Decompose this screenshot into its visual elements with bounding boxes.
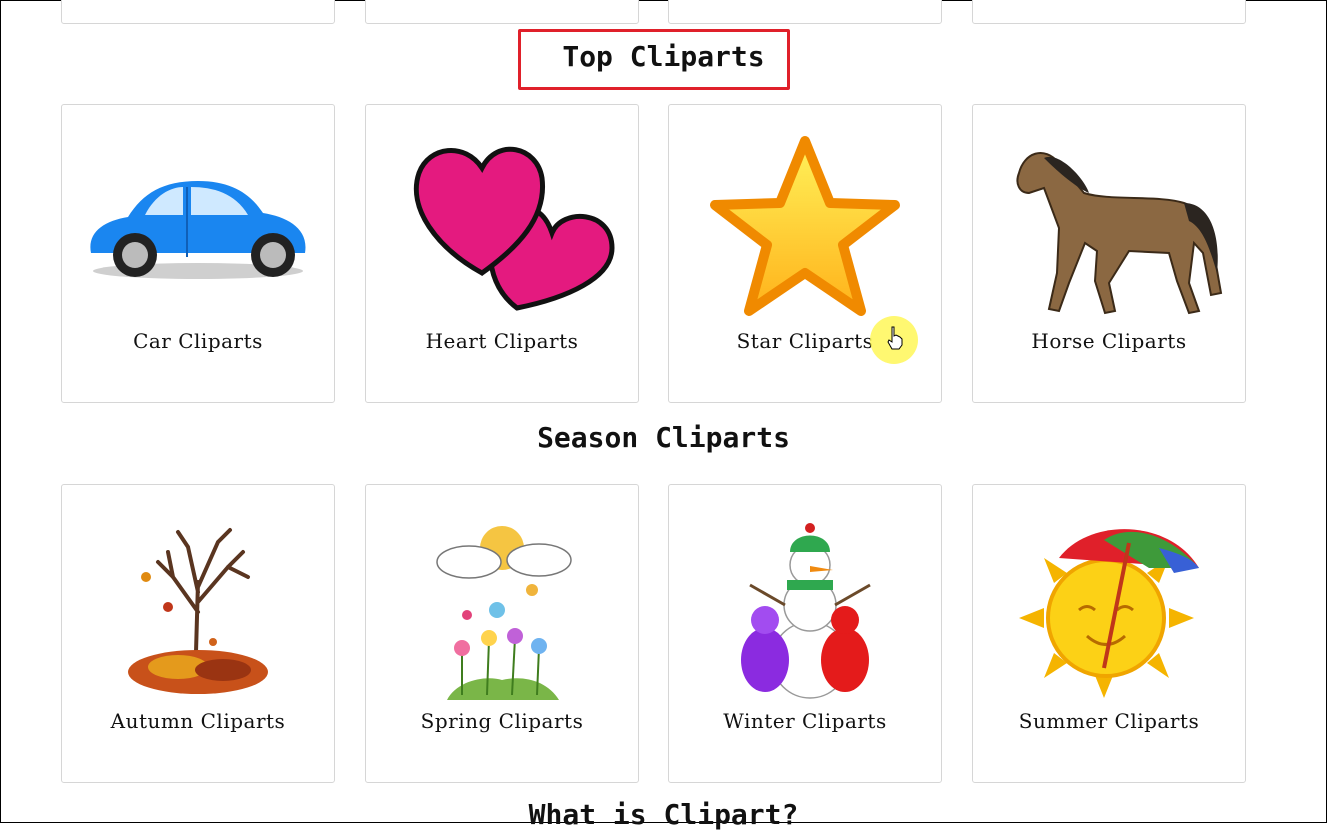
- autumn-tree-icon: [62, 517, 334, 707]
- previous-row-card[interactable]: [365, 0, 639, 24]
- card-caption: Car Cliparts: [133, 329, 263, 353]
- summer-cliparts-card[interactable]: Summer Cliparts: [972, 484, 1246, 783]
- spring-flowers-icon: [366, 517, 638, 707]
- sun-umbrella-icon: [973, 515, 1245, 705]
- previous-row-card[interactable]: [668, 0, 942, 24]
- previous-row-card[interactable]: [972, 0, 1246, 24]
- card-caption: Heart Cliparts: [425, 329, 579, 353]
- snowman-icon: [669, 517, 941, 707]
- spring-cliparts-card[interactable]: Spring Cliparts: [365, 484, 639, 783]
- card-caption: Autumn Cliparts: [110, 709, 286, 733]
- autumn-cliparts-card[interactable]: Autumn Cliparts: [61, 484, 335, 783]
- horse-icon: [973, 133, 1245, 323]
- horse-cliparts-card[interactable]: Horse Cliparts: [972, 104, 1246, 403]
- card-caption: Spring Cliparts: [420, 709, 584, 733]
- card-caption: Winter Cliparts: [723, 709, 887, 733]
- card-caption: Summer Cliparts: [1018, 709, 1200, 733]
- hand-cursor-icon: [887, 326, 903, 350]
- what-is-clipart-heading: What is Clipart?: [528, 798, 799, 831]
- season-cliparts-heading: Season Cliparts: [537, 421, 790, 454]
- star-icon: [669, 133, 941, 323]
- previous-row-card[interactable]: [61, 0, 335, 24]
- car-icon: [62, 133, 334, 323]
- car-cliparts-card[interactable]: Car Cliparts: [61, 104, 335, 403]
- winter-cliparts-card[interactable]: Winter Cliparts: [668, 484, 942, 783]
- top-cliparts-heading: Top Cliparts: [562, 40, 765, 73]
- mouse-cursor-highlight: [870, 316, 918, 364]
- heart-cliparts-card[interactable]: Heart Cliparts: [365, 104, 639, 403]
- hearts-icon: [366, 133, 638, 323]
- card-caption: Horse Cliparts: [1031, 329, 1187, 353]
